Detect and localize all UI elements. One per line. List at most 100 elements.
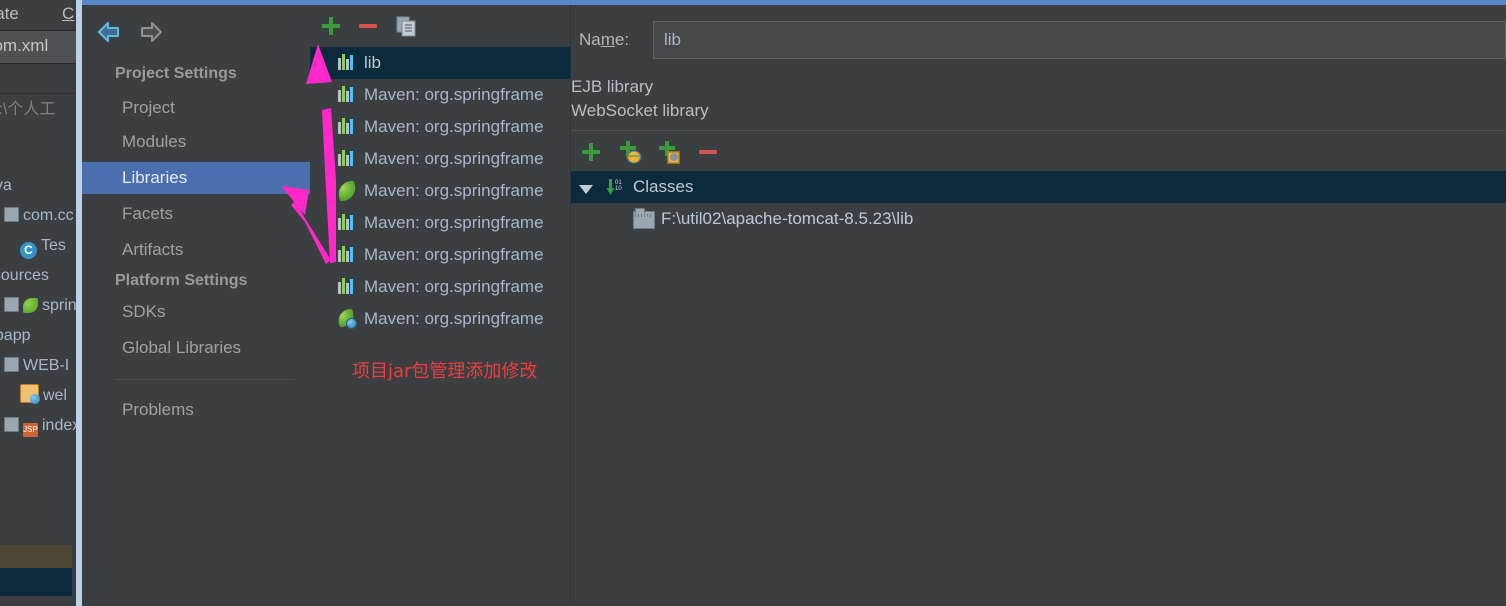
- sidebar-item-label: Libraries: [122, 168, 188, 187]
- tree-row[interactable]: com.cc: [4, 204, 74, 228]
- project-structure-screenshot: igate C pom.xml G:\个人工 ava com.cc CTes e…: [0, 0, 1506, 606]
- back-arrow-icon[interactable]: [94, 19, 124, 45]
- tree-item-label: esources: [0, 267, 49, 284]
- library-icon: [338, 150, 356, 168]
- list-item[interactable]: Maven: org.springframe: [310, 271, 570, 303]
- sidebar-item-label: Global Libraries: [122, 338, 242, 357]
- sidebar-item-libraries[interactable]: Libraries: [82, 162, 310, 194]
- sidebar-item-facets[interactable]: Facets: [82, 198, 310, 230]
- ejb-library-note: EJB library: [571, 77, 654, 96]
- list-item-label: lib: [364, 53, 382, 72]
- tree-row[interactable]: C Tes: [20, 234, 66, 259]
- project-tree: G:\个人工 ava com.cc CTes esources spring e…: [0, 94, 86, 554]
- project-structure-dialog: Project Settings Project Modules Librari…: [76, 0, 1506, 606]
- tree-item-label: Tes: [41, 237, 66, 254]
- list-item-label: Maven: org.springframe: [364, 245, 544, 264]
- settings-sidebar: Project Settings Project Modules Librari…: [82, 5, 311, 606]
- remove-library-button[interactable]: [355, 14, 381, 38]
- svg-text:10: 10: [615, 186, 622, 192]
- list-item[interactable]: Maven: org.springframe: [310, 207, 570, 239]
- tree-row[interactable]: ebapp: [0, 324, 31, 348]
- list-item[interactable]: Maven: org.springframe: [310, 79, 570, 111]
- library-icon: [338, 246, 356, 264]
- tree-row-label: F:\util02\apache-tomcat-8.5.23\lib: [661, 209, 914, 228]
- triangle-down-icon[interactable]: [579, 182, 593, 200]
- list-item[interactable]: Maven: org.springframe: [310, 239, 570, 271]
- sidebar-item-artifacts[interactable]: Artifacts: [82, 234, 310, 266]
- list-item[interactable]: Maven: org.springframe: [310, 143, 570, 175]
- tree-row[interactable]: esources: [0, 264, 49, 288]
- libraries-list[interactable]: lib Maven: org.springframe Maven: org.sp…: [310, 47, 570, 329]
- library-name-input[interactable]: lib: [653, 21, 1506, 59]
- library-icon: [338, 118, 356, 136]
- library-icon: [338, 278, 356, 296]
- library-icon: [338, 54, 356, 72]
- tree-row-label: Classes: [633, 177, 694, 196]
- add-root-button[interactable]: [577, 139, 605, 165]
- package-icon: [4, 357, 19, 372]
- list-item-label: Maven: org.springframe: [364, 213, 544, 232]
- spring-leaf-icon: [23, 298, 38, 313]
- tree-item-label: ava: [0, 177, 12, 194]
- list-item[interactable]: Maven: org.springframe: [310, 175, 570, 207]
- websocket-library-note: WebSocket library: [571, 101, 709, 120]
- tree-row[interactable]: G:\个人工: [0, 98, 55, 122]
- editor-selected-line: l: [0, 568, 72, 596]
- package-icon: [4, 417, 19, 432]
- tree-row[interactable]: wel: [20, 384, 67, 408]
- remove-root-button[interactable]: [694, 139, 722, 165]
- sidebar-item-label: Problems: [122, 400, 194, 419]
- detail-separator: [571, 130, 1506, 131]
- tree-row[interactable]: WEB-I: [4, 354, 69, 378]
- java-class-icon: C: [20, 242, 37, 259]
- library-roots-tree[interactable]: 01 10 Classes F:\util02\apache-tomcat-8.…: [571, 171, 1506, 606]
- forward-arrow-icon[interactable]: [136, 19, 166, 45]
- sidebar-item-modules[interactable]: Modules: [82, 126, 310, 158]
- project-tool-window-header: [0, 64, 86, 94]
- sidebar-item-problems[interactable]: Problems: [82, 394, 310, 426]
- sidebar-divider: [115, 379, 295, 380]
- tree-item-label: wel: [43, 387, 68, 404]
- sidebar-item-sdks[interactable]: SDKs: [82, 296, 310, 328]
- list-item-label: Maven: org.springframe: [364, 117, 544, 136]
- spring-leaf-icon: [336, 180, 358, 202]
- library-detail-panel: Name: lib EJB library WebSocket library: [571, 5, 1506, 606]
- web-xml-icon: [20, 384, 40, 404]
- sidebar-item-label: Project: [122, 98, 175, 117]
- library-icon: [338, 86, 356, 104]
- copy-library-button[interactable]: [394, 14, 420, 38]
- sidebar-item-label: Artifacts: [122, 240, 184, 259]
- list-item-label: Maven: org.springframe: [364, 277, 544, 296]
- tree-item-label: G:\个人工: [0, 101, 56, 118]
- tree-row[interactable]: spring: [4, 294, 86, 318]
- list-item-label: Maven: org.springframe: [364, 149, 544, 168]
- tree-row-classpath-entry[interactable]: F:\util02\apache-tomcat-8.5.23\lib: [571, 203, 1506, 235]
- background-ide-window: igate C pom.xml G:\个人工 ava com.cc CTes e…: [0, 0, 86, 606]
- list-item[interactable]: Maven: org.springframe: [310, 303, 570, 335]
- menu-item-navigate[interactable]: igate: [0, 4, 19, 24]
- folder-icon: [633, 208, 655, 229]
- editor-tab-bar: pom.xml: [0, 31, 86, 64]
- add-url-root-button[interactable]: [616, 139, 644, 165]
- list-item[interactable]: Maven: org.springframe: [310, 111, 570, 143]
- status-bar: [0, 596, 86, 606]
- add-library-button[interactable]: [318, 14, 344, 38]
- tree-item-label: ebapp: [0, 327, 31, 344]
- sidebar-item-project[interactable]: Project: [82, 92, 310, 124]
- sidebar-item-global-libraries[interactable]: Global Libraries: [82, 332, 310, 364]
- spring-web-leaf-icon: [336, 308, 357, 329]
- menu-item-code[interactable]: C: [62, 4, 74, 24]
- package-icon: [4, 207, 19, 222]
- list-item[interactable]: lib: [310, 47, 570, 79]
- editor-tab-pom-xml[interactable]: pom.xml: [0, 36, 48, 56]
- add-module-root-button[interactable]: [655, 139, 683, 165]
- libraries-list-panel: lib Maven: org.springframe Maven: org.sp…: [310, 5, 571, 606]
- name-label-pre: Na: [579, 30, 601, 49]
- sidebar-item-label: Modules: [122, 132, 187, 151]
- package-icon: [4, 297, 19, 312]
- tree-row[interactable]: JSP index.j: [4, 414, 86, 438]
- tree-row[interactable]: ava: [0, 174, 12, 198]
- libraries-toolbar: [310, 5, 570, 45]
- tree-row-classes[interactable]: 01 10 Classes: [571, 171, 1506, 203]
- classes-order-icon: 01 10: [605, 177, 625, 197]
